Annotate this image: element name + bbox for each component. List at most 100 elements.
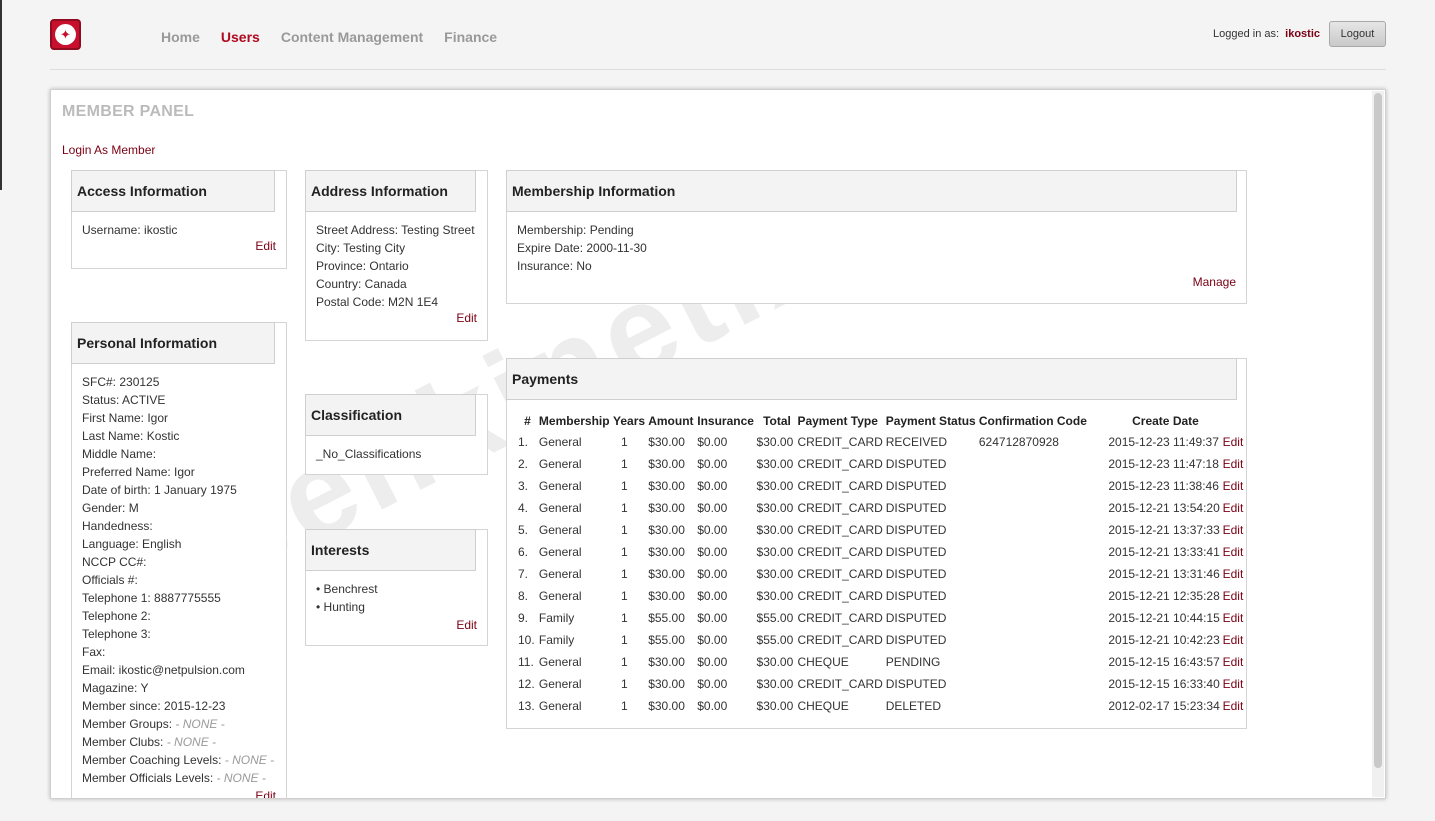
nav-home[interactable]: Home (161, 29, 200, 45)
cell-create-date-cell: 2015-12-21 13:31:46 (1108, 563, 1222, 585)
cell-confirmation-code-cell (979, 497, 1108, 519)
col-years: Years (613, 414, 646, 428)
payment-edit-link[interactable]: Edit (1223, 479, 1244, 493)
cell-membership-cell: General (539, 585, 613, 607)
payment-edit-link[interactable]: Edit (1223, 677, 1244, 691)
page-title: MEMBER PANEL (62, 103, 195, 120)
cell-membership: General (538, 567, 582, 581)
cell-total-cell: $30.00 (757, 651, 798, 673)
payment-edit-link[interactable]: Edit (1223, 655, 1244, 669)
cell-amount: $30.00 (648, 589, 685, 603)
cell-total: $30.00 (756, 589, 794, 603)
cell-confirmation-code-cell (979, 585, 1108, 607)
personal-line: NCCP CC#: (82, 555, 147, 569)
col-confirmation-code: Confirmation Code (978, 414, 1087, 428)
payment-edit-link[interactable]: Edit (1223, 523, 1244, 537)
col-total: Total (763, 414, 791, 428)
cell-total: $55.00 (756, 611, 794, 625)
cell-amount: $30.00 (648, 655, 685, 669)
cell-payment-type: CREDIT_CARD (797, 523, 883, 537)
cell-payment-status-cell: DELETED (886, 695, 979, 717)
payment-edit-link[interactable]: Edit (1223, 699, 1244, 713)
payment-edit-link[interactable]: Edit (1223, 501, 1244, 515)
interests-body: • Benchrest • Hunting (316, 580, 378, 616)
header-divider (50, 69, 1386, 70)
payment-edit-link[interactable]: Edit (1223, 567, 1244, 581)
login-as-member-link[interactable]: Login As Member (62, 143, 155, 157)
cell-payment-type: CREDIT_CARD (797, 479, 883, 493)
personal-line: Date of birth: 1 January 1975 (82, 483, 237, 497)
membership-manage-link[interactable]: Manage (1193, 275, 1236, 289)
cell-membership: General (538, 523, 582, 537)
cell-create-date: 2015-12-21 12:35:28 (1108, 589, 1220, 603)
scrollbar-thumb[interactable] (1374, 93, 1382, 768)
interest-item: • Benchrest (316, 582, 378, 596)
payment-edit-link-cell: Edit (1223, 607, 1246, 629)
payment-edit-link[interactable]: Edit (1223, 611, 1244, 625)
cell-years: 1 (621, 457, 628, 471)
payment-edit-link-cell: Edit (1223, 453, 1246, 475)
cell-create-date-cell: 2015-12-23 11:38:46 (1108, 475, 1222, 497)
cell-number-cell: 3. (516, 475, 539, 497)
cell-years: 1 (621, 501, 628, 515)
cell-years: 1 (621, 567, 628, 581)
member-clubs-label: Member Clubs: (82, 735, 164, 749)
cell-number: 3. (518, 479, 529, 493)
site-logo[interactable]: ✦ (50, 19, 81, 50)
nav-finance[interactable]: Finance (444, 29, 497, 45)
col-insurance: Insurance (697, 414, 754, 428)
nav-users[interactable]: Users (221, 29, 260, 45)
cell-number-cell: 8. (516, 585, 539, 607)
cell-membership-cell: Family (539, 629, 613, 651)
logout-button[interactable]: Logout (1329, 21, 1386, 47)
cell-amount-cell: $30.00 (648, 453, 697, 475)
personal-line: Telephone 3: (82, 627, 151, 641)
payment-edit-link[interactable]: Edit (1223, 545, 1244, 559)
payment-edit-link[interactable]: Edit (1223, 589, 1244, 603)
cell-amount-cell: $30.00 (648, 475, 697, 497)
cell-membership-cell: General (539, 453, 613, 475)
cell-payment-type: CREDIT_CARD (797, 435, 883, 449)
col-create-date: Create Date (1132, 414, 1199, 428)
nav-content-management[interactable]: Content Management (281, 29, 423, 45)
cell-amount: $30.00 (648, 567, 685, 581)
address-line: Country: Canada (316, 277, 407, 291)
cell-payment-type-cell: CHEQUE (797, 651, 885, 673)
cell-membership: General (538, 435, 582, 449)
cell-insurance-cell: $0.00 (697, 453, 756, 475)
membership-line: Expire Date: 2000-11-30 (517, 241, 647, 255)
cell-years: 1 (621, 633, 628, 647)
cell-insurance: $0.00 (697, 677, 728, 691)
payment-edit-link[interactable]: Edit (1223, 457, 1244, 471)
address-edit-link[interactable]: Edit (456, 311, 477, 325)
cell-amount: $30.00 (648, 457, 685, 471)
payment-edit-link[interactable]: Edit (1223, 633, 1244, 647)
payment-edit-link-cell: Edit (1223, 629, 1246, 651)
col-action (1223, 411, 1246, 431)
cell-payment-status: DISPUTED (885, 501, 947, 515)
personal-line: Last Name: Kostic (82, 429, 180, 443)
cell-total-cell: $30.00 (757, 519, 798, 541)
scrollbar[interactable] (1372, 91, 1384, 797)
cell-years-cell: 1 (613, 497, 648, 519)
cell-insurance: $0.00 (697, 435, 728, 449)
username-line: Username: ikostic (82, 223, 178, 237)
cell-payment-type: CHEQUE (797, 699, 849, 713)
cell-insurance-cell: $0.00 (697, 651, 756, 673)
table-row: 9. Family 1 $55.00 $0.00 $55.00 CREDIT_CARD DIS… (516, 607, 1246, 629)
personal-edit-link[interactable]: Edit (255, 789, 276, 798)
cell-payment-type: CREDIT_CARD (797, 545, 883, 559)
cell-confirmation-code-cell (979, 453, 1108, 475)
cell-payment-type-cell: CREDIT_CARD (797, 431, 885, 453)
cell-amount-cell: $30.00 (648, 673, 697, 695)
personal-information-body: SFC#: 230125 Status: ACTIVE First Name: … (82, 373, 274, 787)
payment-edit-link[interactable]: Edit (1223, 435, 1244, 449)
member-panel: openkinetix MEMBER PANEL Login As Member… (50, 89, 1386, 799)
cell-create-date-cell: 2015-12-21 10:44:15 (1108, 607, 1222, 629)
access-edit-link[interactable]: Edit (255, 239, 276, 253)
cell-payment-status-cell: DISPUTED (886, 629, 979, 651)
col-number: # (524, 414, 531, 428)
member-clubs-value: - NONE - (166, 735, 217, 749)
table-row: 6. General 1 $30.00 $0.00 $30.00 CREDIT_CARD DI… (516, 541, 1246, 563)
interests-edit-link[interactable]: Edit (456, 618, 477, 632)
